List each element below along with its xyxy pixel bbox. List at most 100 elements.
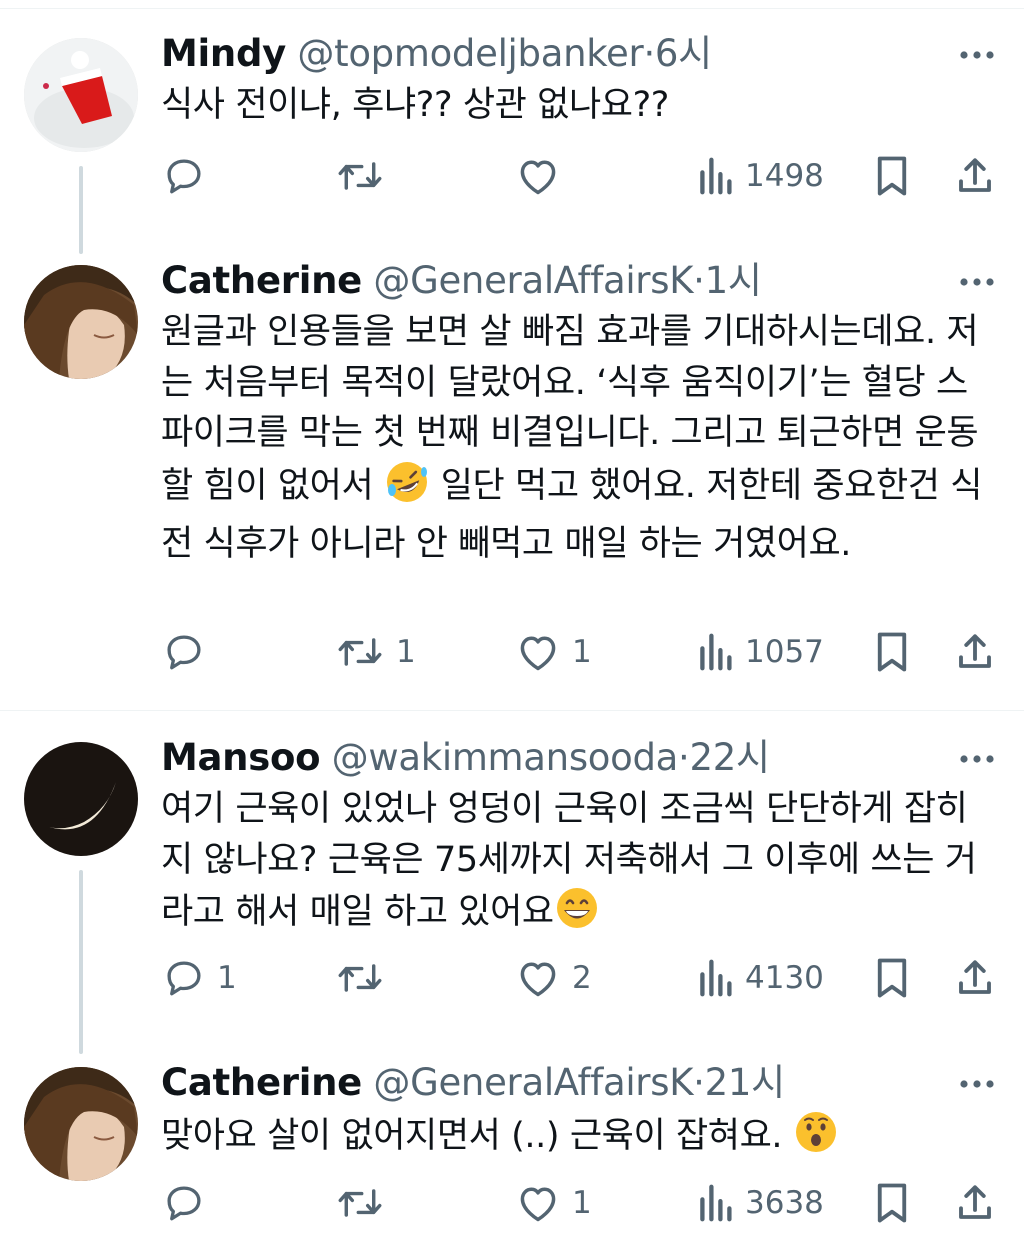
- views-count: 1057: [745, 634, 824, 670]
- user-handle[interactable]: @wakimmansooda: [332, 736, 679, 779]
- reply-button[interactable]: [163, 1173, 217, 1233]
- like-count: 2: [572, 960, 592, 996]
- tweet-text: 맞아요 살이 없어지면서 (..) 근육이 잡혀요.: [161, 1109, 991, 1170]
- user-handle[interactable]: @GeneralAffairsK: [373, 259, 693, 302]
- like-icon: [520, 636, 556, 671]
- top-divider: [0, 0, 1024, 9]
- reply-icon: [167, 1186, 201, 1221]
- more-icon[interactable]: [956, 34, 998, 76]
- bookmark-button[interactable]: [874, 1173, 910, 1233]
- timestamp[interactable]: 21시: [705, 1061, 786, 1104]
- user-handle[interactable]: @GeneralAffairsK: [373, 1061, 693, 1104]
- tweet-text: 원글과 인용들을 보면 살 빠짐 효과를 기대하시는데요. 저는 처음부터 목적…: [161, 307, 991, 570]
- separator: ·: [643, 32, 655, 75]
- action-bar: 1 1 1057: [0, 622, 1024, 682]
- tweet[interactable]: Catherine @GeneralAffairsK·21시 맞아요 살이 없어…: [0, 1057, 1024, 1223]
- tweet[interactable]: Mansoo @wakimmansooda·22시 여기 근육이 있었나 엉덩이…: [0, 732, 1024, 1054]
- tweet-header: Mansoo @wakimmansooda·22시: [161, 732, 770, 784]
- display-name[interactable]: Catherine: [161, 1061, 362, 1104]
- surprised-emoji: [793, 1109, 839, 1170]
- bookmark-icon: [877, 156, 907, 196]
- share-icon: [959, 634, 991, 668]
- like-button[interactable]: 1: [516, 1173, 592, 1233]
- user-handle[interactable]: @topmodeljbanker: [297, 32, 643, 75]
- views-button[interactable]: 1498: [697, 146, 824, 206]
- share-button[interactable]: [954, 1173, 996, 1233]
- avatar[interactable]: [24, 38, 138, 152]
- avatar-image: [24, 742, 138, 856]
- share-icon: [959, 158, 991, 192]
- views-icon: [700, 959, 732, 997]
- views-icon: [700, 157, 732, 195]
- share-icon: [959, 960, 991, 994]
- views-button[interactable]: 1057: [697, 622, 824, 682]
- reply-button[interactable]: [163, 622, 217, 682]
- reply-button[interactable]: 1: [163, 948, 237, 1008]
- more-icon[interactable]: [956, 738, 998, 780]
- tweet-header: Catherine @GeneralAffairsK·1시: [161, 255, 762, 307]
- like-button[interactable]: 2: [516, 948, 592, 1008]
- like-button[interactable]: 1: [516, 622, 592, 682]
- tweet-text-part: 맞아요 살이 없어지면서 (..) 근육이 잡혀요.: [161, 1116, 793, 1156]
- more-icon[interactable]: [956, 1063, 998, 1105]
- share-button[interactable]: [954, 622, 996, 682]
- reply-count: 1: [217, 960, 237, 996]
- timestamp[interactable]: 6시: [655, 32, 712, 75]
- retweet-icon: [338, 638, 382, 666]
- reply-button[interactable]: [163, 146, 217, 206]
- avatar-image: [24, 265, 138, 379]
- bookmark-button[interactable]: [874, 146, 910, 206]
- like-icon: [520, 1187, 556, 1222]
- retweet-button[interactable]: [336, 146, 396, 206]
- tweet-text: 여기 근육이 있었나 엉덩이 근육이 조금씩 단단하게 잡히지 않나요? 근육은…: [161, 784, 991, 946]
- views-count: 4130: [745, 960, 824, 996]
- like-count: 1: [572, 634, 592, 670]
- bookmark-button[interactable]: [874, 622, 910, 682]
- display-name[interactable]: Catherine: [161, 259, 362, 302]
- tweet[interactable]: Mindy @topmodeljbanker·6시 식사 전이냐, 후냐?? 상…: [0, 28, 1024, 254]
- views-icon: [700, 1184, 732, 1222]
- display-name[interactable]: Mindy: [161, 32, 286, 75]
- share-button[interactable]: [954, 948, 996, 1008]
- separator: ·: [693, 1061, 705, 1104]
- views-button[interactable]: 3638: [697, 1173, 824, 1233]
- separator: ·: [693, 259, 705, 302]
- bookmark-icon: [877, 1183, 907, 1223]
- retweet-icon: [338, 964, 382, 992]
- retweet-button[interactable]: 1: [336, 622, 416, 682]
- views-count: 1498: [745, 158, 824, 194]
- tweet-text: 식사 전이냐, 후냐?? 상관 없나요??: [161, 85, 669, 125]
- retweet-button[interactable]: [336, 1173, 396, 1233]
- reply-icon: [167, 961, 201, 996]
- separator: ·: [678, 736, 690, 779]
- retweet-count: 1: [396, 634, 416, 670]
- retweet-icon: [338, 1189, 382, 1217]
- avatar-image: [24, 38, 138, 152]
- retweet-icon: [338, 162, 382, 190]
- reply-icon: [167, 635, 201, 670]
- tweet-header: Catherine @GeneralAffairsK·21시: [161, 1057, 785, 1109]
- tweet-header: Mindy @topmodeljbanker·6시: [161, 28, 712, 80]
- retweet-button[interactable]: [336, 948, 396, 1008]
- tweet[interactable]: Catherine @GeneralAffairsK·1시 원글과 인용들을 보…: [0, 255, 1024, 710]
- avatar[interactable]: [24, 742, 138, 856]
- reply-icon: [167, 159, 201, 194]
- bookmark-button[interactable]: [874, 948, 910, 1008]
- avatar[interactable]: [24, 1067, 138, 1181]
- tweet-divider: [0, 710, 1024, 711]
- like-icon: [520, 962, 556, 997]
- grin-emoji: [554, 885, 600, 946]
- timestamp[interactable]: 1시: [705, 259, 762, 302]
- avatar[interactable]: [24, 265, 138, 379]
- share-button[interactable]: [954, 146, 996, 206]
- more-icon[interactable]: [956, 261, 998, 303]
- like-button[interactable]: [516, 146, 572, 206]
- views-icon: [700, 633, 732, 671]
- like-icon: [520, 160, 556, 195]
- action-bar: 1 2 4130: [0, 948, 1024, 1008]
- views-button[interactable]: 4130: [697, 948, 824, 1008]
- bookmark-icon: [877, 632, 907, 672]
- action-bar: 1498: [0, 146, 1024, 206]
- timestamp[interactable]: 22시: [690, 736, 771, 779]
- display-name[interactable]: Mansoo: [161, 736, 321, 779]
